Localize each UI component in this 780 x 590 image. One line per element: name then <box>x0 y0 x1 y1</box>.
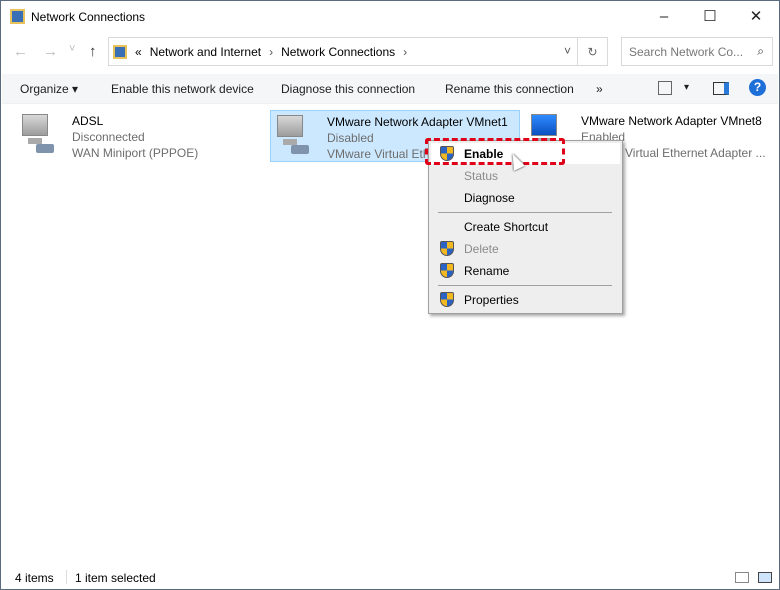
search-icon: ⌕ <box>757 44 764 58</box>
search-input[interactable]: Search Network Co... ⌕ <box>621 37 773 66</box>
status-bar: 4 items 1 item selected <box>2 567 778 589</box>
large-icons-view-icon[interactable] <box>758 572 772 583</box>
window: Network Connections – ☐ ✕ ← → ˅ ↑ « Netw… <box>0 0 780 590</box>
window-title: Network Connections <box>31 10 146 24</box>
highlight-annotation <box>425 138 565 165</box>
connection-device: Virtual Ethernet Adapter ... <box>625 146 766 160</box>
status-divider <box>66 570 67 584</box>
menu-separator <box>438 212 612 213</box>
uac-shield-icon <box>440 263 454 278</box>
network-icon <box>113 44 127 59</box>
network-adapter-icon <box>273 115 309 155</box>
connection-adsl[interactable]: ADSL Disconnected WAN Miniport (PPPOE) <box>16 110 256 162</box>
uac-shield-icon <box>440 241 454 256</box>
menu-item-properties[interactable]: Properties <box>431 289 620 310</box>
connection-device: WAN Miniport (PPPOE) <box>72 146 199 160</box>
title-bar: Network Connections – ☐ ✕ <box>1 1 779 33</box>
command-bar: Organize ▾ Enable this network device Di… <box>2 74 778 104</box>
close-button[interactable]: ✕ <box>733 1 779 31</box>
chevron-right-icon[interactable]: › <box>403 45 407 59</box>
diagnose-button[interactable]: Diagnose this connection <box>281 82 415 96</box>
search-placeholder: Search Network Co... <box>629 44 744 59</box>
menu-separator <box>438 285 612 286</box>
overflow-crumb[interactable]: « <box>135 45 142 59</box>
menu-item-rename[interactable]: Rename <box>431 260 620 281</box>
recent-locations-button[interactable]: ˅ <box>69 43 75 55</box>
menu-label: Properties <box>464 292 519 307</box>
connection-status: Disabled <box>327 131 374 145</box>
selection-count: 1 item selected <box>75 571 156 585</box>
more-commands-button[interactable]: » <box>596 82 603 96</box>
details-view-icon[interactable] <box>735 572 749 583</box>
view-dropdown-button[interactable]: ▾ <box>684 82 689 93</box>
connection-status: Disconnected <box>72 130 145 144</box>
menu-label: Status <box>464 168 499 183</box>
address-dropdown-button[interactable]: ˅ <box>564 44 571 58</box>
context-menu: Enable Status Diagnose Create Shortcut D… <box>428 140 623 314</box>
breadcrumb-network-and-internet[interactable]: Network and Internet <box>150 45 261 59</box>
connection-name: VMware Network Adapter VMnet1 <box>327 115 508 129</box>
item-count: 4 items <box>15 571 54 585</box>
refresh-button[interactable]: ↻ <box>577 38 607 65</box>
maximize-button[interactable]: ☐ <box>687 1 733 31</box>
breadcrumb-network-connections[interactable]: Network Connections <box>281 45 395 59</box>
menu-item-delete[interactable]: Delete <box>431 238 620 259</box>
menu-label: Create Shortcut <box>464 219 549 234</box>
rename-button[interactable]: Rename this connection <box>445 82 574 96</box>
connection-name: VMware Network Adapter VMnet8 <box>581 114 762 128</box>
minimize-button[interactable]: – <box>641 1 687 31</box>
connection-device: VMware Virtual Eth <box>327 147 430 161</box>
forward-button[interactable]: → <box>43 43 58 60</box>
address-row: ← → ˅ ↑ « Network and Internet › Network… <box>1 37 779 67</box>
uac-shield-icon <box>440 292 454 307</box>
organize-button[interactable]: Organize ▾ <box>20 82 78 96</box>
connection-name: ADSL <box>72 114 104 128</box>
network-adapter-icon <box>18 114 54 154</box>
menu-item-diagnose[interactable]: Diagnose <box>431 187 620 208</box>
menu-label: Delete <box>464 241 499 256</box>
help-button[interactable]: ? <box>749 79 766 96</box>
enable-device-button[interactable]: Enable this network device <box>111 82 254 96</box>
address-bar[interactable]: « Network and Internet › Network Connect… <box>108 37 608 66</box>
menu-label: Rename <box>464 263 510 278</box>
menu-label: Diagnose <box>464 190 515 205</box>
change-view-icon[interactable] <box>658 81 672 95</box>
network-connections-icon <box>10 9 25 24</box>
preview-pane-icon[interactable] <box>713 82 729 95</box>
chevron-right-icon[interactable]: › <box>269 45 273 59</box>
up-button[interactable]: ↑ <box>89 43 97 60</box>
menu-item-create-shortcut[interactable]: Create Shortcut <box>431 216 620 237</box>
back-button[interactable]: ← <box>13 43 28 60</box>
menu-item-status[interactable]: Status <box>431 165 620 186</box>
